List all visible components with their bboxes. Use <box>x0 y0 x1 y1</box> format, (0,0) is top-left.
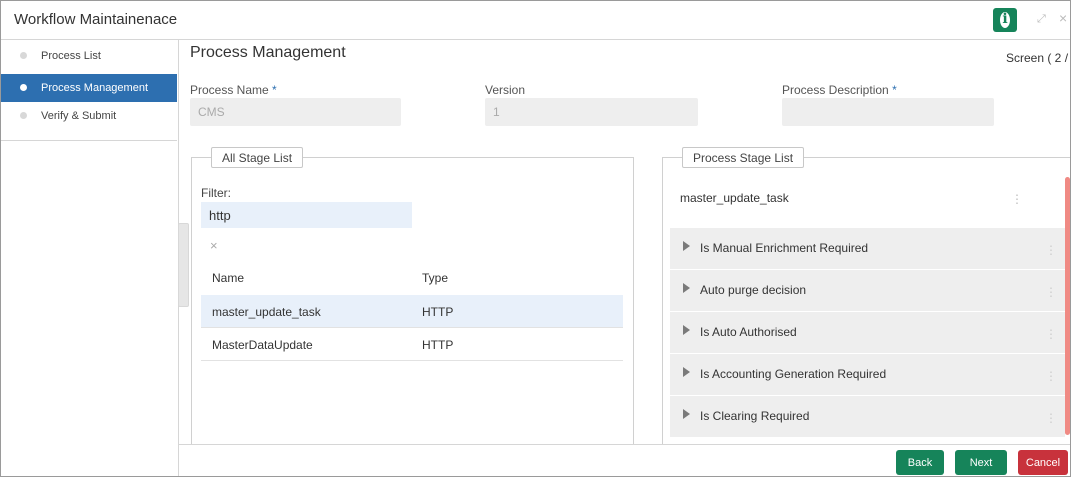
title-bar: Workflow Maintainenace i ⤢ × <box>1 1 1070 40</box>
all-stage-list-legend: All Stage List <box>211 147 304 168</box>
process-name-field[interactable] <box>190 98 401 126</box>
expand-triangle-icon[interactable] <box>683 283 690 293</box>
sidebar-item-process-management[interactable]: Process Management <box>1 74 177 102</box>
stage-condition-item[interactable]: Is Accounting Generation Required ⋮ <box>670 354 1065 396</box>
process-stage-header[interactable]: master_update_task ⋮ <box>670 176 1066 227</box>
stage-condition-label: Is Manual Enrichment Required <box>700 241 869 255</box>
column-header-type[interactable]: Type <box>422 271 448 285</box>
stage-condition-label: Is Auto Authorised <box>700 325 797 339</box>
back-button[interactable]: Back <box>896 450 944 475</box>
expand-triangle-icon[interactable] <box>683 241 690 251</box>
stage-condition-label: Auto purge decision <box>700 283 807 297</box>
process-description-label: Process Description * <box>782 83 897 97</box>
minimize-icon[interactable]: ⤢ <box>1037 13 1046 26</box>
clear-icon[interactable]: × <box>210 238 218 253</box>
expand-triangle-icon[interactable] <box>683 325 690 335</box>
sidebar-item-label: Process List <box>41 50 101 62</box>
divider <box>1 140 177 141</box>
sidebar-item-verify-submit[interactable]: Verify & Submit <box>1 102 177 130</box>
page-title: Process Management <box>190 44 346 61</box>
window-title: Workflow Maintainenace <box>14 11 178 28</box>
stage-condition-label: Is Clearing Required <box>700 409 810 423</box>
stage-type-cell: HTTP <box>422 338 454 352</box>
workflow-window: Workflow Maintainenace i ⤢ × Process Lis… <box>0 0 1071 477</box>
kebab-menu-icon[interactable]: ⋮ <box>1045 411 1057 425</box>
filter-input[interactable] <box>201 202 412 228</box>
expand-triangle-icon[interactable] <box>683 409 690 419</box>
stage-type-cell: HTTP <box>422 305 454 319</box>
column-header-name[interactable]: Name <box>212 271 244 285</box>
table-row[interactable]: master_update_task HTTP <box>201 295 623 328</box>
stage-name-cell: master_update_task <box>212 305 321 319</box>
process-name-label: Process Name * <box>190 83 277 97</box>
process-description-field[interactable] <box>782 98 994 126</box>
kebab-menu-icon[interactable]: ⋮ <box>1011 192 1023 206</box>
stage-condition-item[interactable]: Is Auto Authorised ⋮ <box>670 312 1065 354</box>
info-icon[interactable]: i <box>993 8 1017 32</box>
kebab-menu-icon[interactable]: ⋮ <box>1045 327 1057 341</box>
footer-divider <box>178 444 1070 445</box>
next-button[interactable]: Next <box>955 450 1007 475</box>
kebab-menu-icon[interactable]: ⋮ <box>1045 243 1057 257</box>
kebab-menu-icon[interactable]: ⋮ <box>1045 369 1057 383</box>
screen-indicator: Screen ( 2 / 3 ) <box>1006 51 1070 65</box>
version-label: Version <box>485 83 526 97</box>
table-row[interactable]: MasterDataUpdate HTTP <box>201 328 623 361</box>
stage-condition-label: Is Accounting Generation Required <box>700 367 887 381</box>
process-stage-list-legend: Process Stage List <box>682 147 805 168</box>
close-icon[interactable]: × <box>1059 10 1067 26</box>
sidebar: Process List Process Management Verify &… <box>1 40 179 476</box>
stage-list-scrollbar[interactable] <box>1065 177 1070 435</box>
process-stage-name: master_update_task <box>680 191 789 205</box>
expand-triangle-icon[interactable] <box>683 367 690 377</box>
version-field[interactable] <box>485 98 698 126</box>
stage-condition-item[interactable]: Auto purge decision ⋮ <box>670 270 1065 312</box>
sidebar-item-process-list[interactable]: Process List <box>1 42 177 70</box>
step-dot-icon <box>20 84 27 91</box>
kebab-menu-icon[interactable]: ⋮ <box>1045 285 1057 299</box>
cancel-button[interactable]: Cancel <box>1018 450 1068 475</box>
filter-label: Filter: <box>201 186 231 200</box>
stage-condition-item[interactable]: Is Clearing Required ⋮ <box>670 396 1065 438</box>
step-dot-icon <box>20 52 27 59</box>
stage-name-cell: MasterDataUpdate <box>212 338 313 352</box>
panel-resize-handle[interactable] <box>178 223 189 307</box>
sidebar-item-label: Verify & Submit <box>41 110 117 122</box>
step-dot-icon <box>20 112 27 119</box>
stage-condition-item[interactable]: Is Manual Enrichment Required ⋮ <box>670 228 1065 270</box>
sidebar-item-label: Process Management <box>41 82 148 94</box>
